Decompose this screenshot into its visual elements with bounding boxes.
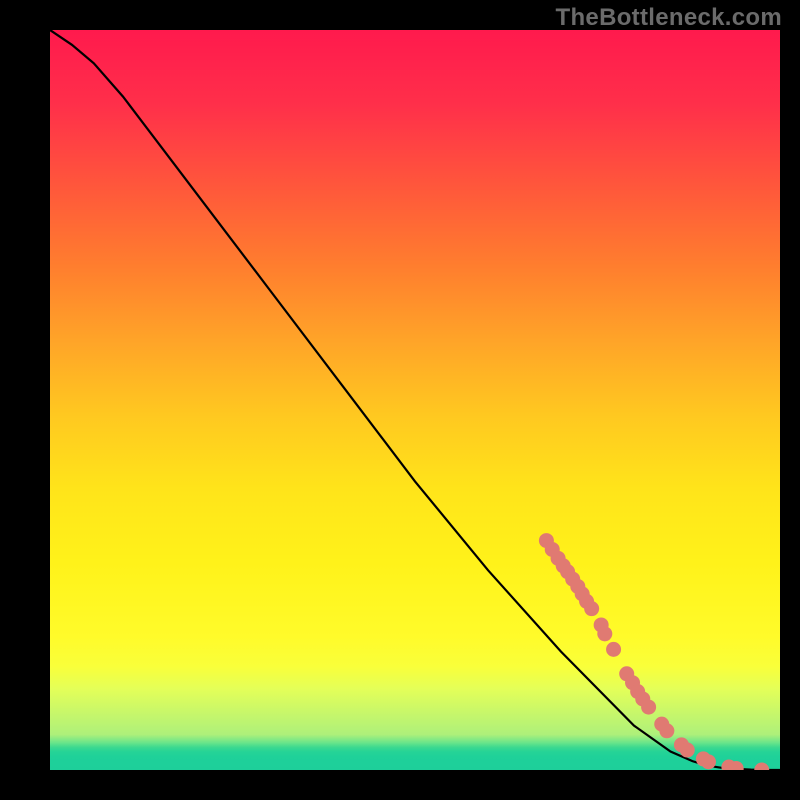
data-point <box>606 642 621 657</box>
data-point <box>754 763 769 771</box>
data-point <box>701 754 716 769</box>
data-points <box>539 533 769 770</box>
chart-svg <box>50 30 780 770</box>
data-point <box>680 743 695 758</box>
chart-container: TheBottleneck.com <box>0 0 800 800</box>
plot-area <box>50 30 780 770</box>
data-point <box>584 601 599 616</box>
data-point <box>641 700 656 715</box>
main-curve <box>50 30 780 770</box>
watermark-label: TheBottleneck.com <box>556 4 782 32</box>
data-point <box>659 723 674 738</box>
data-point <box>597 626 612 641</box>
